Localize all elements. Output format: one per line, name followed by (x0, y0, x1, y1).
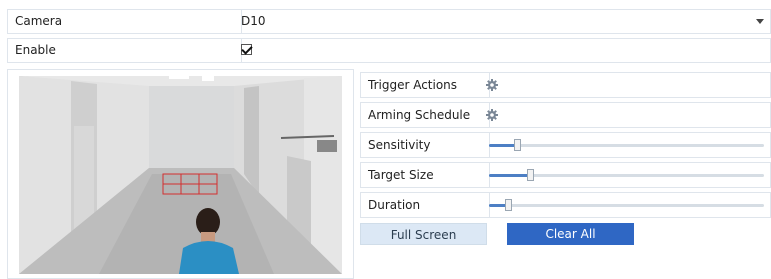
slider-handle[interactable] (527, 169, 535, 181)
duration-row: Duration (360, 192, 771, 218)
trigger-actions-row: Trigger Actions (360, 72, 771, 98)
duration-label: Duration (361, 193, 490, 217)
enable-row: Enable (7, 38, 771, 63)
slider-fill (489, 174, 531, 177)
target-size-label: Target Size (361, 163, 490, 187)
chevron-down-icon[interactable] (756, 19, 764, 24)
sensitivity-row: Sensitivity (360, 132, 771, 158)
gear-icon[interactable] (486, 109, 498, 121)
slider-handle[interactable] (505, 199, 513, 211)
target-size-slider[interactable] (489, 169, 764, 181)
duration-slider[interactable] (489, 199, 764, 211)
arming-schedule-label: Arming Schedule (361, 103, 490, 127)
target-size-row: Target Size (360, 162, 771, 188)
full-screen-button[interactable]: Full Screen (360, 223, 487, 245)
slider-handle[interactable] (513, 139, 521, 151)
camera-video-feed[interactable] (19, 76, 342, 274)
camera-row: Camera D10 (7, 9, 771, 34)
clear-all-button[interactable]: Clear All (507, 223, 634, 245)
trigger-actions-label: Trigger Actions (361, 73, 490, 97)
arming-schedule-row: Arming Schedule (360, 102, 771, 128)
camera-select[interactable]: D10 (241, 10, 266, 33)
enable-checkbox[interactable] (241, 44, 252, 55)
sensitivity-slider[interactable] (489, 139, 764, 151)
video-preview-frame (7, 69, 354, 279)
sensitivity-label: Sensitivity (361, 133, 490, 157)
slider-fill (489, 144, 517, 147)
camera-label: Camera (8, 10, 242, 33)
enable-label: Enable (8, 39, 242, 62)
corridor-scene (19, 76, 342, 274)
gear-icon[interactable] (486, 79, 498, 91)
